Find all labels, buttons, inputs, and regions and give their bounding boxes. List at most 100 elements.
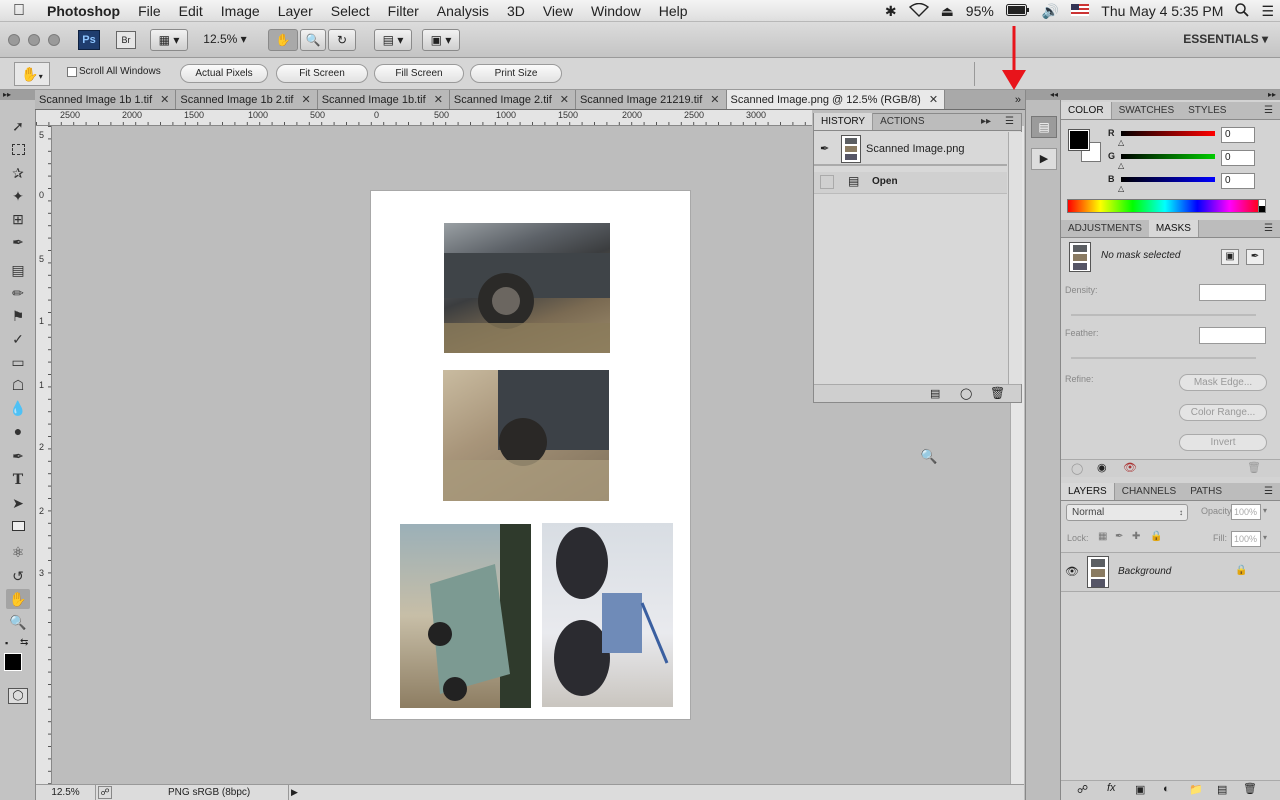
load-selection-icon[interactable]: ◯ <box>1071 462 1083 475</box>
rectangle-tool-icon[interactable] <box>6 516 30 536</box>
crop-tool-icon[interactable]: ⊞ <box>6 209 30 229</box>
swap-colors-icon[interactable]: ⇆ <box>20 637 28 648</box>
slider-handle-icon[interactable]: △ <box>1118 161 1124 170</box>
dodge-tool-icon[interactable]: ● <box>6 421 30 441</box>
blur-tool-icon[interactable]: 💧 <box>6 398 30 418</box>
battery-icon[interactable] <box>1005 3 1030 19</box>
pen-tool-icon[interactable]: ✒ <box>6 446 30 466</box>
tab-color[interactable]: COLOR <box>1061 102 1112 119</box>
new-snapshot-icon[interactable]: ◯ <box>960 387 972 400</box>
scroll-all-windows-checkbox[interactable] <box>67 67 77 77</box>
blue-value-field[interactable]: 0 <box>1221 173 1255 189</box>
quick-mask-icon[interactable]: ◯ <box>8 688 28 704</box>
feather-slider[interactable] <box>1071 357 1256 359</box>
status-preview-icon[interactable]: ☍ <box>98 786 112 799</box>
bluetooth-icon[interactable]: ✱ <box>885 3 897 20</box>
brush-tool-icon[interactable]: ✏ <box>6 283 30 303</box>
tab-actions[interactable]: ACTIONS <box>873 113 931 130</box>
fill-field[interactable]: 100% <box>1231 531 1261 547</box>
lock-all-icon[interactable]: 🔒 <box>1150 531 1162 542</box>
new-layer-icon[interactable]: ▤ <box>1217 783 1227 796</box>
document-tab[interactable]: Scanned Image 2.tif ✕ <box>449 90 576 109</box>
tab-paths[interactable]: PATHS <box>1183 483 1229 500</box>
hand-tool-icon[interactable]: ✋ <box>6 589 30 609</box>
tool-preset-picker[interactable]: ✋▾ <box>14 62 50 86</box>
color-foreground-swatch[interactable] <box>1068 129 1090 151</box>
close-tab-icon[interactable]: ✕ <box>710 90 719 109</box>
density-field[interactable] <box>1199 284 1266 301</box>
trash-icon[interactable]: 🗑 <box>1243 782 1257 795</box>
3d-orbit-tool-icon[interactable]: ↺ <box>6 566 30 586</box>
status-menu-arrow-icon[interactable]: ▶ <box>288 785 300 800</box>
lasso-tool-icon[interactable]: ✰ <box>6 163 30 183</box>
eyedropper-tool-icon[interactable]: ✒ <box>6 232 30 252</box>
tab-styles[interactable]: STYLES <box>1181 102 1233 119</box>
paint-bucket-tool-icon[interactable]: ☖ <box>6 375 30 395</box>
eraser-tool-icon[interactable]: ▭ <box>6 352 30 372</box>
lock-image-icon[interactable]: ✒ <box>1115 531 1123 542</box>
history-snapshot-row[interactable]: ✒ Scanned Image.png <box>814 132 1007 166</box>
battery-percent[interactable]: 95% <box>966 3 994 19</box>
tab-swatches[interactable]: SWATCHES <box>1112 102 1182 119</box>
trash-icon[interactable]: 🗑 <box>1247 461 1261 474</box>
invert-button[interactable]: Invert <box>1179 434 1267 451</box>
volume-icon[interactable]: 🔊 <box>1042 3 1059 20</box>
menu-view[interactable]: View <box>534 0 582 22</box>
panel-menu-icon[interactable]: ☰ <box>1257 220 1280 237</box>
link-layers-icon[interactable]: ☍ <box>1077 783 1088 796</box>
document-canvas[interactable] <box>371 191 690 719</box>
panel-menu-icon[interactable]: ☰ <box>1257 483 1280 500</box>
color-range-button[interactable]: Color Range... <box>1179 404 1267 421</box>
menu-clock[interactable]: Thu May 4 5:35 PM <box>1101 3 1223 19</box>
document-tab[interactable]: Scanned Image 1b 2.tif ✕ <box>176 90 318 109</box>
slider-handle-icon[interactable]: △ <box>1118 184 1124 193</box>
panel-collapse-icon[interactable]: ▸▸ <box>974 113 998 130</box>
menu-select[interactable]: Select <box>322 0 379 22</box>
hand-tool-button[interactable]: ✋ <box>268 29 298 51</box>
vector-mask-icon[interactable]: ✒ <box>1246 249 1264 265</box>
dock-collapse-icon[interactable]: ◂◂ <box>1026 90 1061 100</box>
green-value-field[interactable]: 0 <box>1221 150 1255 166</box>
screen-mode-dropdown[interactable]: ▣ ▾ <box>422 29 460 51</box>
blue-slider[interactable] <box>1121 177 1215 182</box>
menu-window[interactable]: Window <box>582 0 650 22</box>
document-tab[interactable]: Scanned Image 21219.tif ✕ <box>575 90 727 109</box>
tab-history[interactable]: HISTORY <box>814 113 874 130</box>
status-zoom-value[interactable]: 12.5% <box>36 785 96 800</box>
wifi-icon[interactable] <box>908 2 929 20</box>
close-window-button[interactable] <box>8 34 20 46</box>
history-scrollbar[interactable] <box>1008 132 1022 384</box>
add-mask-icon[interactable]: ▣ <box>1135 783 1145 796</box>
fit-screen-button[interactable]: Fit Screen <box>276 64 368 83</box>
move-tool-icon[interactable]: ➚ <box>6 116 30 136</box>
history-brush-source-icon[interactable]: ✒ <box>820 142 829 155</box>
trash-icon[interactable]: 🗑 <box>990 386 1005 400</box>
default-colors-icon[interactable]: ▪ <box>5 638 8 648</box>
close-tab-icon[interactable]: ✕ <box>302 90 311 109</box>
apply-mask-icon[interactable]: ◉ <box>1097 461 1107 474</box>
arrange-documents-dropdown[interactable]: ▤ ▾ <box>374 29 412 51</box>
menu-edit[interactable]: Edit <box>170 0 212 22</box>
actual-pixels-button[interactable]: Actual Pixels <box>180 64 268 83</box>
tab-adjustments[interactable]: ADJUSTMENTS <box>1061 220 1149 237</box>
document-tab[interactable]: Scanned Image 1b 1.tif ✕ <box>35 90 177 109</box>
menu-analysis[interactable]: Analysis <box>428 0 498 22</box>
opacity-field[interactable]: 100% <box>1231 504 1261 520</box>
history-state-row[interactable]: ▤ Open <box>814 172 1007 194</box>
history-brush-tool-icon[interactable]: ✓ <box>6 329 30 349</box>
menu-image[interactable]: Image <box>212 0 269 22</box>
foreground-color-swatch[interactable] <box>4 653 22 671</box>
panel-menu-icon[interactable]: ☰ <box>1257 102 1280 119</box>
menu-help[interactable]: Help <box>650 0 697 22</box>
adjustment-layer-icon[interactable]: ◐ <box>1163 783 1170 795</box>
slider-handle-icon[interactable]: △ <box>1118 138 1124 147</box>
panel-menu-icon[interactable]: ☰ <box>998 113 1021 130</box>
green-slider[interactable] <box>1121 154 1215 159</box>
type-tool-icon[interactable]: T <box>6 470 30 490</box>
tab-layers[interactable]: LAYERS <box>1061 483 1115 500</box>
spot-healing-brush-icon[interactable]: ▤ <box>6 260 30 280</box>
color-spectrum-ramp[interactable] <box>1067 199 1263 213</box>
red-value-field[interactable]: 0 <box>1221 127 1255 143</box>
history-panel-icon[interactable]: ▤ <box>1031 116 1057 138</box>
quick-selection-tool-icon[interactable]: ✦ <box>6 186 30 206</box>
